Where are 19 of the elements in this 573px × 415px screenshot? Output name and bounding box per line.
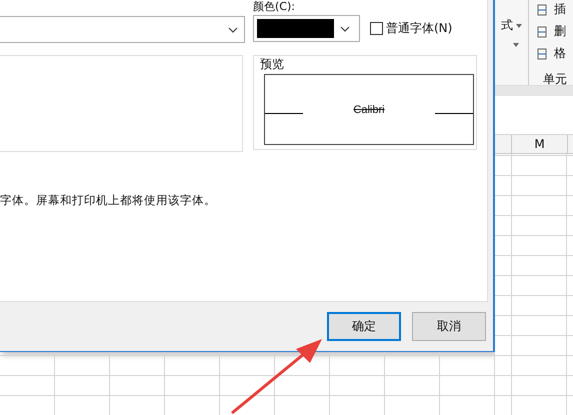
cancel-button[interactable]: 取消 xyxy=(412,312,486,341)
ribbon-item[interactable]: 式 xyxy=(501,17,528,34)
dropdown-arrow-icon xyxy=(516,24,522,28)
color-dropdown[interactable] xyxy=(253,15,360,42)
ribbon-item[interactable]: 格 xyxy=(537,45,573,62)
chevron-down-icon xyxy=(338,26,352,32)
checkbox[interactable] xyxy=(370,22,383,35)
dropdown-arrow-icon[interactable] xyxy=(513,43,519,47)
color-label: 颜色(C): xyxy=(253,0,296,15)
ok-button[interactable]: 确定 xyxy=(327,312,401,341)
preview-label: 预览 xyxy=(260,56,285,72)
ribbon-item[interactable]: 插 xyxy=(537,1,573,18)
description-text: 字体。屏幕和打印机上都将使用该字体。 xyxy=(0,193,216,208)
preview-sample-text: Calibri xyxy=(353,104,385,116)
group-label: 单元 xyxy=(542,71,568,85)
ribbon-item[interactable]: 删 xyxy=(537,23,573,40)
column-header: M xyxy=(512,135,568,153)
chevron-down-icon xyxy=(226,26,240,32)
normal-font-label: 普通字体(N) xyxy=(386,20,452,37)
